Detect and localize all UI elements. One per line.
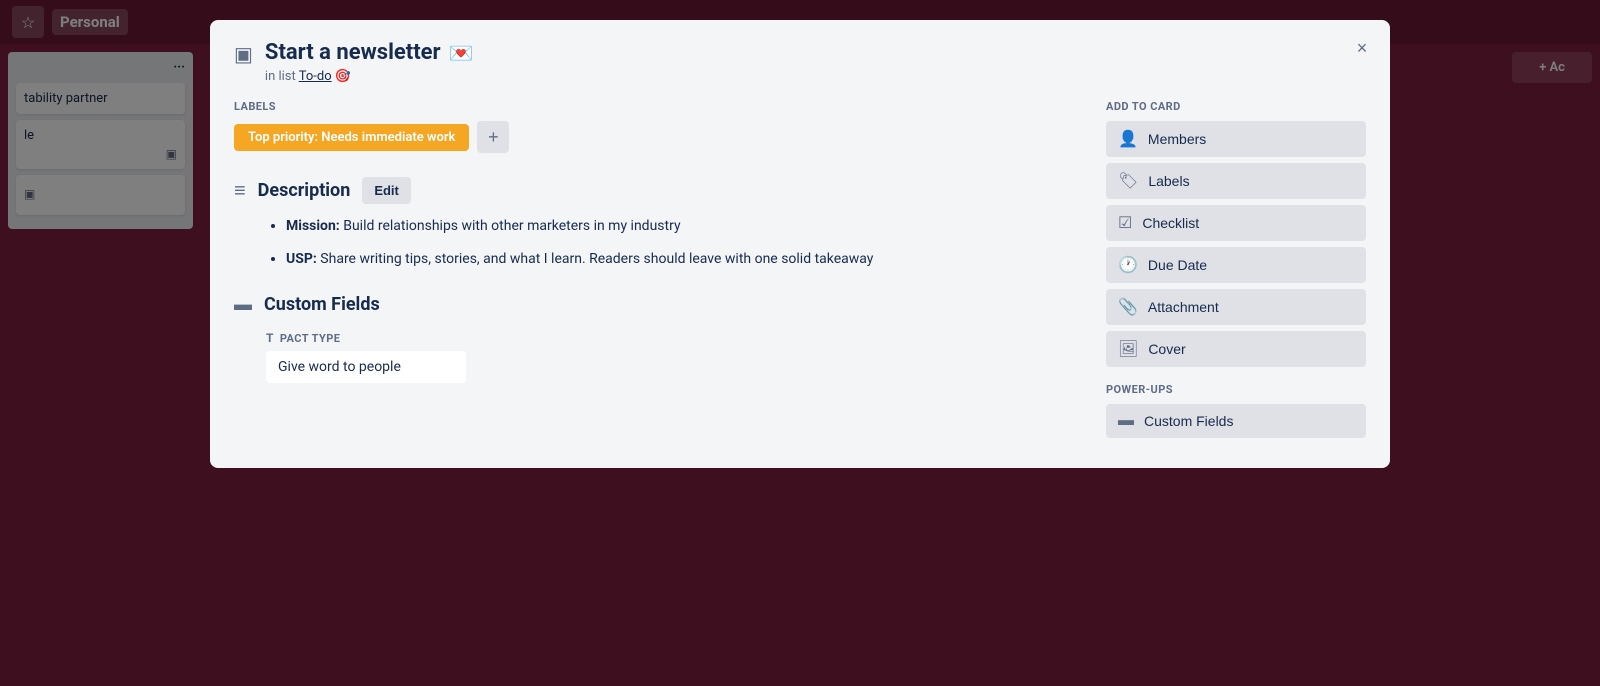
labels-row: Top priority: Needs immediate work + [234,121,1082,153]
due-date-button[interactable]: 🕐 Due Date [1106,247,1366,283]
desc-content: Mission: Build relationships with other … [234,216,1082,270]
custom-fields-power-up-label: Custom Fields [1144,413,1233,429]
modal-overlay: ▣ Start a newsletter 💌 in list To-do 🎯 × [0,0,1600,686]
custom-fields-power-up-button[interactable]: ▬ Custom Fields [1106,404,1366,438]
power-ups-title: POWER-UPS [1106,383,1366,396]
members-button[interactable]: 👤 Members [1106,121,1366,157]
modal: ▣ Start a newsletter 💌 in list To-do 🎯 × [210,20,1390,468]
checklist-button[interactable]: ☑ Checklist [1106,205,1366,241]
close-button[interactable]: × [1346,32,1378,64]
custom-fields-icon: ▬ [234,294,252,315]
custom-fields-title: Custom Fields [264,294,380,315]
modal-title-text: Start a newsletter [265,40,441,65]
description-section: ≡ Description Edit Mission: Build relati… [234,177,1082,270]
add-to-card-title: ADD TO CARD [1106,100,1366,113]
modal-main: Labels Top priority: Needs immediate wor… [234,100,1082,444]
desc-item-1: Mission: Build relationships with other … [286,216,1082,237]
due-date-icon: 🕐 [1118,255,1138,275]
modal-body: Labels Top priority: Needs immediate wor… [210,84,1390,468]
custom-fields-power-up-icon: ▬ [1118,412,1134,430]
modal-title: Start a newsletter 💌 [265,40,1366,65]
desc-item-2-bold: USP: [286,251,317,267]
labels-button[interactable]: 🏷 Labels [1106,163,1366,199]
labels-heading: Labels [234,100,1082,113]
description-list: Mission: Build relationships with other … [266,216,1082,270]
desc-item-1-text: Build relationships with other marketers… [340,218,681,234]
desc-item-2-text: Share writing tips, stories, and what I … [317,251,874,267]
card-icon: ▣ [234,42,253,66]
attachment-icon: 📎 [1118,297,1138,317]
cf-field-label: T PACT TYPE [266,331,1082,345]
cover-button[interactable]: 🖼 Cover [1106,331,1366,367]
desc-item-2: USP: Share writing tips, stories, and wh… [286,249,1082,270]
cf-field-value[interactable]: Give word to people [266,351,466,383]
modal-sidebar: ADD TO CARD 👤 Members 🏷 Labels ☑ Checkli… [1106,100,1366,444]
due-date-label: Due Date [1148,257,1207,273]
modal-subtitle: in list To-do 🎯 [265,69,1366,84]
subtitle-prefix: in list [265,69,296,84]
cf-header: ▬ Custom Fields [234,294,1082,315]
checklist-icon: ☑ [1118,213,1132,233]
cover-icon: 🖼 [1118,339,1138,359]
desc-item-1-bold: Mission: [286,218,340,234]
desc-header: ≡ Description Edit [234,177,1082,204]
add-label-button[interactable]: + [477,121,509,153]
checklist-label: Checklist [1142,215,1199,231]
members-label: Members [1148,131,1206,147]
custom-fields-section: ▬ Custom Fields T PACT TYPE Give word to… [234,294,1082,383]
modal-header: ▣ Start a newsletter 💌 in list To-do 🎯 × [210,20,1390,84]
subtitle-emoji: 🎯 [335,69,351,84]
edit-description-button[interactable]: Edit [362,177,411,204]
cover-label: Cover [1148,341,1185,357]
attachment-button[interactable]: 📎 Attachment [1106,289,1366,325]
list-link[interactable]: To-do [299,69,332,84]
labels-section: Labels Top priority: Needs immediate wor… [234,100,1082,153]
cf-field-label-text: PACT TYPE [280,332,340,345]
labels-label: Labels [1148,173,1189,189]
modal-header-content: Start a newsletter 💌 in list To-do 🎯 [265,40,1366,84]
label-badge[interactable]: Top priority: Needs immediate work [234,124,469,151]
title-emoji: 💌 [449,41,474,65]
attachment-label: Attachment [1148,299,1219,315]
description-icon: ≡ [234,178,246,203]
description-title: Description [258,180,351,201]
cf-field-type-icon: T [266,331,274,345]
members-icon: 👤 [1118,129,1138,149]
labels-icon: 🏷 [1118,171,1138,191]
cf-field: T PACT TYPE Give word to people [234,331,1082,383]
